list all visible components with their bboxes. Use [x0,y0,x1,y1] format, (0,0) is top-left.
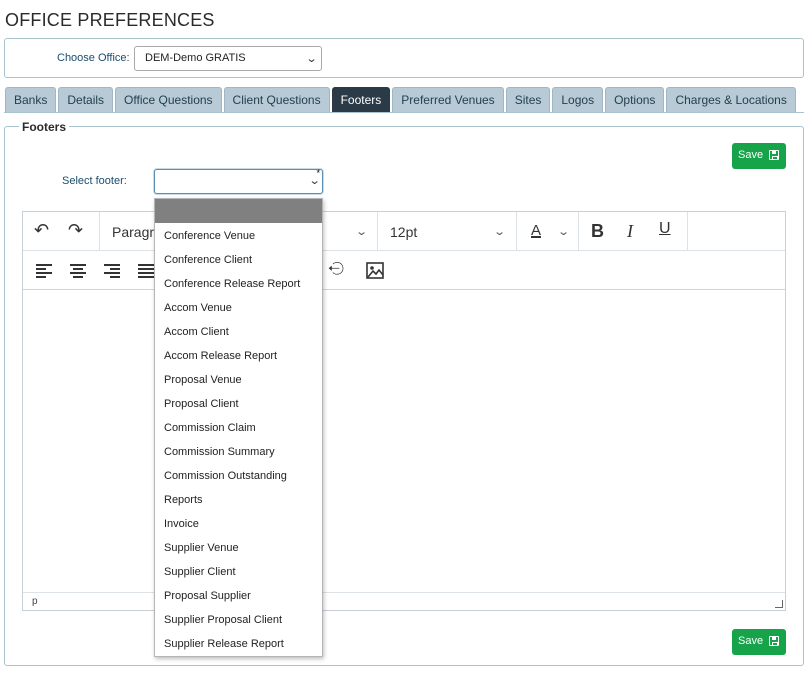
rich-text-editor: ↶ ↷ Paragra t ⌄ 12pt ⌄ A ⌄ B I U [22,211,786,611]
save-button-label: Save [738,635,764,647]
floppy-disk-icon [769,636,779,646]
tab-sites[interactable]: Sites [505,87,551,113]
office-panel: Choose Office: DEM-Demo GRATIS ⌄ [4,38,804,78]
element-path: p [32,596,38,607]
chevron-down-icon: ⌄ [305,53,318,65]
footer-select[interactable]: * ⌄ [154,168,323,194]
align-justify-icon[interactable] [138,264,154,278]
choose-office-label: Choose Office: [57,52,130,64]
dropdown-option[interactable]: Accom Venue [155,295,322,319]
preferences-tabs: Banks Details Office Questions Client Quest… [5,87,796,113]
toolbar-separator [377,212,378,251]
save-button-label: Save [738,149,764,161]
dropdown-option[interactable]: Supplier Venue [155,535,322,559]
dropdown-option[interactable]: Conference Client [155,247,322,271]
toolbar-separator [99,212,100,251]
text-color-icon[interactable]: A [531,222,541,239]
tab-details[interactable]: Details [58,87,114,113]
floppy-disk-icon [769,150,779,160]
editor-toolbar-row-2: ⎋ [23,251,785,290]
dropdown-option-blank[interactable] [155,199,322,223]
dropdown-option[interactable]: Supplier Proposal Client [155,607,322,631]
tab-options[interactable]: Options [605,87,665,113]
page-title: OFFICE PREFERENCES [5,10,215,30]
tab-client-questions[interactable]: Client Questions [223,87,330,113]
chevron-down-icon[interactable]: ⌄ [355,225,368,238]
chevron-down-icon: ⌄ [308,175,321,187]
editor-toolbar-row-1: ↶ ↷ Paragra t ⌄ 12pt ⌄ A ⌄ B I U [23,212,785,251]
tab-office-questions[interactable]: Office Questions [115,87,222,113]
tabs-divider [4,112,804,113]
align-center-icon[interactable] [70,264,86,278]
save-button-bottom[interactable]: Save [732,629,786,655]
footer-dropdown-list: Conference Venue Conference Client Confere… [154,198,323,657]
resize-handle-icon[interactable] [775,600,783,608]
align-left-icon[interactable] [36,264,52,278]
dropdown-option[interactable]: Supplier Client [155,559,322,583]
bold-icon[interactable]: B [591,221,604,242]
dropdown-option[interactable]: Accom Release Report [155,343,322,367]
dropdown-option[interactable]: Supplier Release Report [155,631,322,655]
image-icon[interactable] [366,262,384,279]
editor-statusbar: p [23,592,785,610]
underline-icon[interactable]: U [659,220,671,238]
dropdown-option[interactable]: Conference Venue [155,223,322,247]
dropdown-option[interactable]: Commission Summary [155,439,322,463]
footers-legend: Footers [19,120,70,134]
toolbar-separator [687,212,688,251]
dropdown-option[interactable]: Commission Claim [155,415,322,439]
dropdown-option[interactable]: Invoice [155,511,322,535]
italic-icon[interactable]: I [627,221,633,242]
dropdown-option[interactable]: Reports [155,487,322,511]
select-footer-label: Select footer: [62,175,127,187]
tab-footers[interactable]: Footers [331,87,391,113]
office-select-value: DEM-Demo GRATIS [145,52,246,64]
dropdown-option[interactable]: Proposal Client [155,391,322,415]
redo-icon[interactable]: ↷ [68,220,83,241]
tab-preferred-venues[interactable]: Preferred Venues [392,87,504,113]
dropdown-option[interactable]: Conference Release Report [155,271,322,295]
chevron-down-icon[interactable]: ⌄ [557,225,570,238]
link-icon[interactable]: ⎋ [326,257,350,281]
dropdown-option[interactable]: Accom Client [155,319,322,343]
tab-banks[interactable]: Banks [5,87,57,113]
chevron-down-icon[interactable]: ⌄ [493,225,506,238]
tab-charges-locations[interactable]: Charges & Locations [666,87,796,113]
dropdown-option[interactable]: Proposal Supplier [155,583,322,607]
toolbar-separator [516,212,517,251]
toolbar-separator [578,212,579,251]
save-button-top[interactable]: Save [732,143,786,169]
font-size-select[interactable]: 12pt [390,224,417,240]
align-right-icon[interactable] [104,264,120,278]
undo-icon[interactable]: ↶ [34,220,49,241]
office-select[interactable]: DEM-Demo GRATIS ⌄ [134,46,322,71]
dropdown-option[interactable]: Commission Outstanding [155,463,322,487]
dropdown-option[interactable]: Proposal Venue [155,367,322,391]
tab-logos[interactable]: Logos [552,87,604,113]
